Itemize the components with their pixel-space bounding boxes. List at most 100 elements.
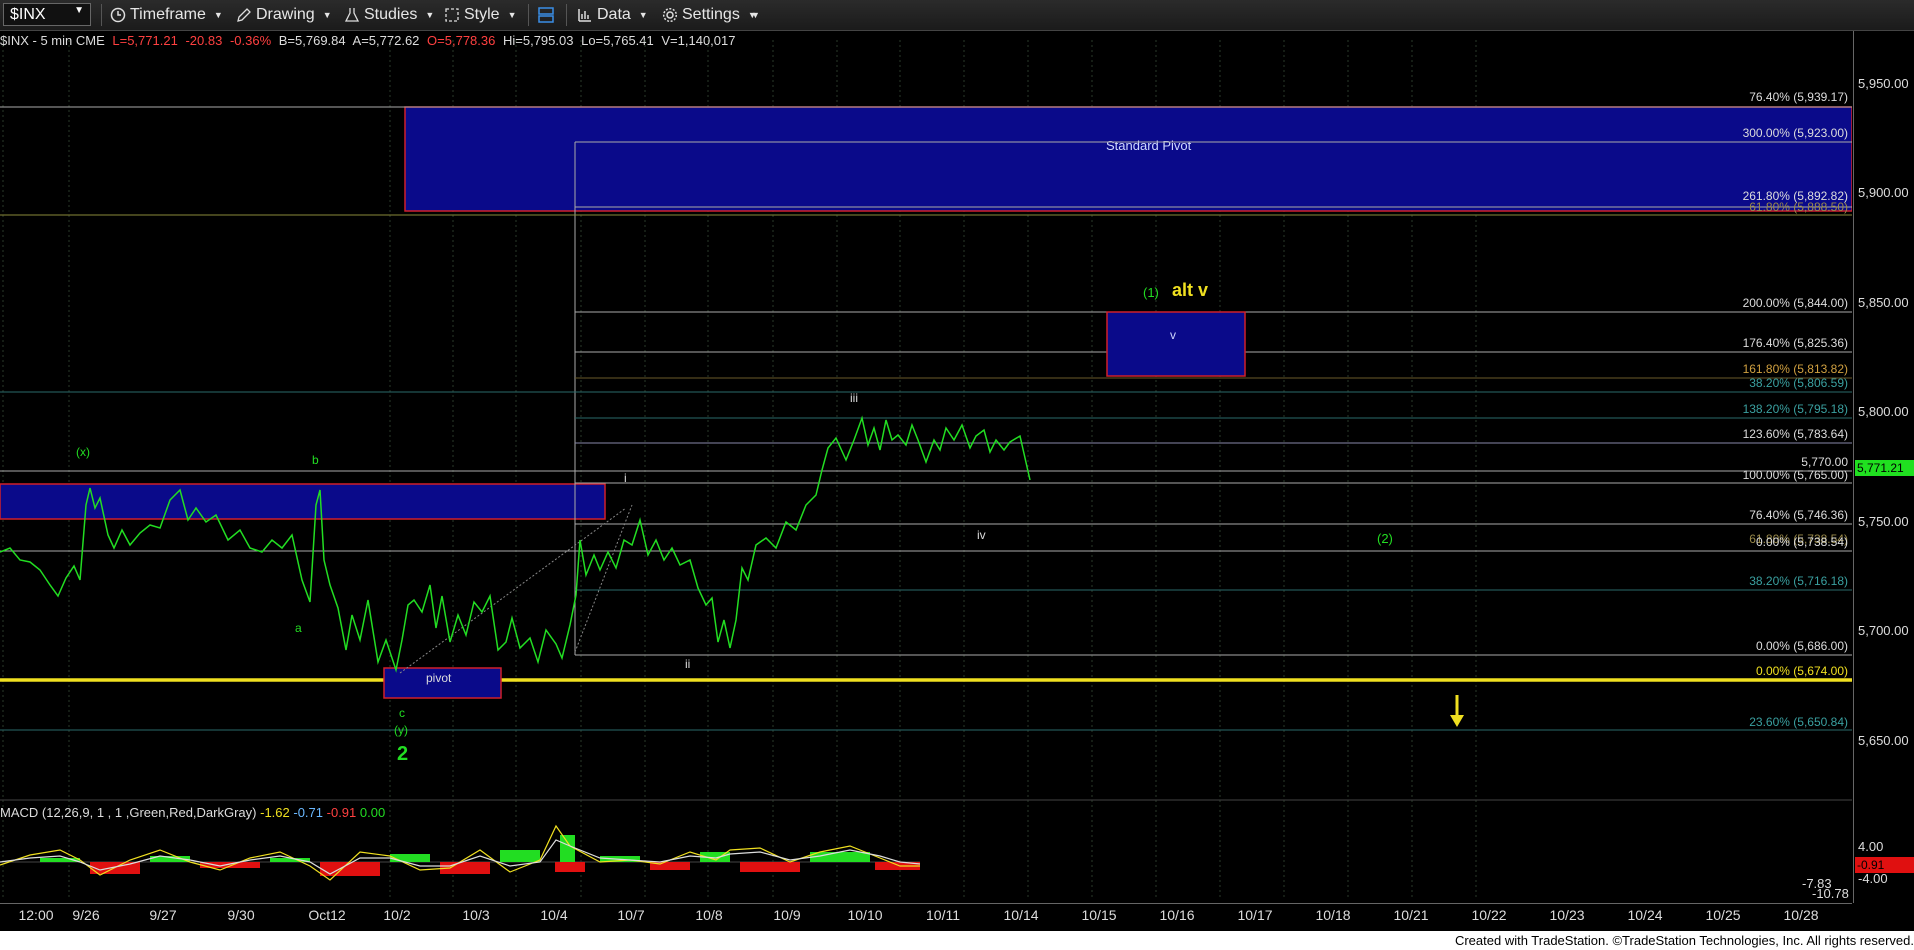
price-tick: 5,700.00: [1858, 623, 1909, 638]
wave-2-target-label: (2): [1377, 531, 1393, 546]
symbol-value: $INX: [10, 5, 46, 23]
data-menu[interactable]: Data ▼: [577, 5, 648, 25]
time-tick: 10/18: [1315, 907, 1351, 923]
price-tick: 5,650.00: [1858, 733, 1909, 748]
time-tick: 10/24: [1627, 907, 1663, 923]
price-tick: 5,950.00: [1858, 76, 1909, 91]
wave-x-label: (x): [76, 445, 90, 459]
time-tick: 10/17: [1237, 907, 1273, 923]
settings-menu[interactable]: Settings ▼: [662, 5, 757, 25]
price-tick: 5,800.00: [1858, 404, 1909, 419]
style-menu[interactable]: Style ▼: [444, 5, 517, 25]
wave-a-label: a: [295, 621, 302, 635]
clock-icon: [110, 7, 126, 23]
fib-label: 76.40% (5,939.17): [1749, 90, 1848, 104]
wave-1-label: (1): [1143, 285, 1159, 300]
fib-label: 300.00% (5,923.00): [1743, 126, 1848, 140]
toolbar-divider: [101, 4, 102, 26]
fib-label: 5,770.00: [1801, 455, 1848, 469]
style-icon: [445, 8, 459, 22]
fib-label: 0.00% (5,686.00): [1756, 639, 1848, 653]
timeframe-label: Timeframe: [130, 6, 206, 23]
wave-iv-label: iv: [977, 528, 986, 542]
footer: Created with TradeStation. ©TradeStation…: [0, 931, 1914, 950]
wave-v-target-zone[interactable]: [1106, 311, 1246, 377]
fib-label: 61.80% (5,888.50): [1749, 200, 1848, 214]
time-tick: 10/23: [1549, 907, 1585, 923]
price-chart[interactable]: Standard Pivot v pivot (x) b a c (y) 2 (…: [0, 31, 1852, 903]
fib-label: 200.00% (5,844.00): [1743, 296, 1848, 310]
caret-down-icon: ▼: [322, 10, 332, 20]
caret-down-icon: ▼: [425, 10, 435, 20]
fib-label: 23.60% (5,650.84): [1749, 715, 1848, 729]
wave-2-label: 2: [397, 743, 408, 765]
time-tick: 10/8: [695, 907, 723, 923]
flask-icon: [344, 8, 360, 22]
fib-label: 138.20% (5,795.18): [1743, 402, 1848, 416]
macd-histogram-value: -0.91: [326, 805, 357, 820]
wave-iii-label: iii: [850, 391, 858, 405]
standard-pivot-zone[interactable]: [404, 106, 1852, 212]
time-tick: 12:00: [18, 907, 54, 923]
drawing-label: Drawing: [256, 6, 315, 23]
macd-name: MACD (12,26,9, 1 , 1 ,Green,Red,DarkGray…: [0, 805, 257, 820]
fib-label: 0.00% (5,674.00): [1756, 664, 1848, 678]
caret-down-icon: ▼: [751, 10, 760, 20]
wave-c-label: c: [399, 706, 405, 720]
settings-label: Settings: [682, 6, 740, 23]
studies-label: Studies: [364, 6, 418, 23]
toolbar-overflow-button[interactable]: ▼: [747, 5, 760, 25]
time-tick: 10/15: [1081, 907, 1117, 923]
copyright-text: Created with TradeStation. ©TradeStation…: [1454, 933, 1914, 948]
time-tick: 10/7: [617, 907, 645, 923]
price-axis[interactable]: 5,950.00 5,900.00 5,850.00 5,800.00 5,75…: [1802, 31, 1914, 903]
layout-button[interactable]: [537, 5, 555, 25]
toolbar-divider: [528, 4, 529, 26]
current-price-marker: 5,771.21: [1855, 460, 1914, 476]
time-tick: 10/28: [1783, 907, 1819, 923]
wave-i-trendline-2: [574, 504, 633, 653]
symbol-input[interactable]: $INX ▼: [3, 3, 91, 26]
layout-icon: [538, 7, 554, 23]
studies-menu[interactable]: Studies ▼: [344, 5, 434, 25]
toolbar: $INX ▼ Timeframe ▼ Drawing ▼ Studies ▼ Styl…: [0, 0, 1914, 31]
time-tick: 10/9: [773, 907, 801, 923]
caret-down-icon: ▼: [638, 10, 648, 20]
time-tick: 10/10: [847, 907, 883, 923]
macd-signal-value: -0.71: [293, 805, 324, 820]
drawing-menu[interactable]: Drawing ▼: [236, 5, 332, 25]
time-tick: 10/22: [1471, 907, 1507, 923]
gear-icon: [662, 7, 678, 23]
fib-label: 76.40% (5,746.36): [1749, 508, 1848, 522]
time-axis[interactable]: 12:00 9/26 9/27 9/30 Oct12 10/2 10/3 10/…: [0, 903, 1852, 930]
price-tick: 5,750.00: [1858, 514, 1909, 529]
fib-label: 161.80% (5,813.82): [1743, 362, 1848, 376]
fib-label: 100.00% (5,765.00): [1743, 468, 1848, 482]
macd-indicator-label: MACD (12,26,9, 1 , 1 ,Green,Red,DarkGray…: [0, 805, 385, 820]
style-label: Style: [464, 6, 500, 23]
time-tick: 9/27: [149, 907, 177, 923]
time-tick: 10/14: [1003, 907, 1039, 923]
fib-label: 123.60% (5,783.64): [1743, 427, 1848, 441]
macd-zero-value: 0.00: [359, 805, 386, 820]
toolbar-divider: [566, 4, 567, 26]
price-series: [0, 415, 1031, 673]
price-tick: 5,850.00: [1858, 295, 1909, 310]
time-tick: 10/16: [1159, 907, 1195, 923]
fib-label: 0.00% (5,738.54): [1756, 535, 1848, 549]
macd-value: -1.62: [260, 805, 290, 820]
wave-ii-label: ii: [685, 657, 690, 671]
time-tick: 10/4: [540, 907, 568, 923]
price-tick: 5,900.00: [1858, 185, 1909, 200]
time-tick: 10/21: [1393, 907, 1429, 923]
fib-label: 38.20% (5,806.59): [1749, 376, 1848, 390]
time-tick: 10/2: [383, 907, 411, 923]
down-arrow-icon: [1450, 695, 1464, 727]
wave-b-label: b: [312, 453, 319, 467]
data-label: Data: [597, 6, 631, 23]
caret-down-icon: ▼: [213, 10, 223, 20]
timeframe-menu[interactable]: Timeframe ▼: [110, 5, 223, 25]
chevron-down-icon[interactable]: ▼: [74, 5, 84, 16]
time-tick: Oct12: [308, 907, 346, 923]
time-tick: 10/11: [926, 907, 960, 923]
